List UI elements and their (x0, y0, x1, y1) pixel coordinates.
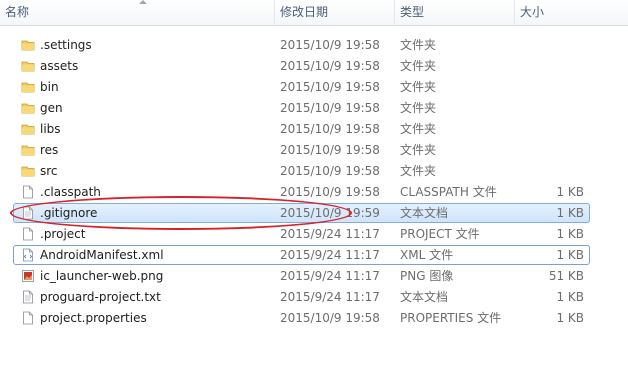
file-name: bin (40, 80, 59, 94)
file-icon (21, 311, 35, 325)
sort-ascending-icon (139, 0, 147, 4)
folder-icon (21, 38, 35, 52)
column-header-modified-label: 修改日期 (280, 5, 329, 19)
file-name: AndroidManifest.xml (40, 248, 164, 262)
file-modified-date: 2015/10/9 19:58 (280, 143, 380, 157)
text-file-icon (21, 290, 35, 304)
file-type: 文件夹 (400, 143, 437, 157)
file-row[interactable]: res 2015/10/9 19:58 文件夹 (13, 140, 590, 160)
file-modified-date: 2015/10/9 19:58 (280, 101, 380, 115)
file-modified-date: 2015/10/9 19:58 (280, 185, 380, 199)
column-header-modified[interactable]: 修改日期 (274, 0, 394, 25)
file-name: ic_launcher-web.png (40, 269, 164, 283)
file-type: 文本文档 (400, 290, 449, 304)
column-header-type-label: 类型 (400, 5, 425, 19)
file-name: project.properties (40, 311, 147, 325)
file-type: PROPERTIES 文件 (400, 311, 502, 325)
file-size: 51 KB (548, 269, 584, 283)
column-header-size-label: 大小 (520, 5, 545, 19)
file-modified-date: 2015/10/9 19:58 (280, 59, 380, 73)
file-row[interactable]: ic_launcher-web.png 2015/9/24 11:17 PNG 图像… (13, 266, 590, 286)
file-row[interactable]: assets 2015/10/9 19:58 文件夹 (13, 56, 590, 76)
column-header-size[interactable]: 大小 (514, 0, 594, 25)
file-icon (21, 227, 35, 241)
file-row[interactable]: proguard-project.txt 2015/9/24 11:17 文本文档 1… (13, 287, 590, 307)
column-header-name-label: 名称 (5, 5, 30, 19)
file-name: .gitignore (40, 206, 98, 220)
file-modified-date: 2015/10/9 19:58 (280, 122, 380, 136)
file-name: src (40, 164, 58, 178)
folder-icon (21, 122, 35, 136)
file-row[interactable]: src 2015/10/9 19:58 文件夹 (13, 161, 590, 181)
file-type: 文件夹 (400, 164, 437, 178)
file-name: res (40, 143, 59, 157)
file-name: gen (40, 101, 63, 115)
file-icon (21, 185, 35, 199)
file-modified-date: 2015/9/24 11:17 (280, 290, 380, 304)
image-file-icon (21, 269, 35, 283)
file-size: 1 KB (556, 227, 584, 241)
file-type: 文件夹 (400, 122, 437, 136)
file-type: XML 文件 (400, 248, 454, 262)
file-name: proguard-project.txt (40, 290, 161, 304)
file-modified-date: 2015/9/24 11:17 (280, 227, 380, 241)
file-row[interactable]: project.properties 2015/10/9 19:58 PROPERT… (13, 308, 590, 328)
file-row[interactable]: libs 2015/10/9 19:58 文件夹 (13, 119, 590, 139)
folder-icon (21, 143, 35, 157)
file-type: 文件夹 (400, 80, 437, 94)
file-type: 文本文档 (400, 206, 449, 220)
file-type: PROJECT 文件 (400, 227, 480, 241)
file-modified-date: 2015/10/9 19:58 (280, 80, 380, 94)
file-size: 1 KB (556, 290, 584, 304)
file-name: .classpath (40, 185, 101, 199)
file-name: .project (40, 227, 86, 241)
file-type: 文件夹 (400, 59, 437, 73)
file-modified-date: 2015/10/9 19:58 (280, 311, 380, 325)
file-row[interactable]: .project 2015/9/24 11:17 PROJECT 文件 1 KB (13, 224, 590, 244)
file-modified-date: 2015/9/24 11:17 (280, 248, 380, 262)
file-row[interactable]: bin 2015/10/9 19:58 文件夹 (13, 77, 590, 97)
column-header-bar: 名称 修改日期 类型 大小 (0, 0, 628, 26)
file-modified-date: 2015/9/24 11:17 (280, 269, 380, 283)
file-type: 文件夹 (400, 101, 437, 115)
file-modified-date: 2015/10/9 19:59 (280, 206, 380, 220)
file-name: assets (40, 59, 79, 73)
file-modified-date: 2015/10/9 19:58 (280, 38, 380, 52)
file-row[interactable]: .classpath 2015/10/9 19:58 CLASSPATH 文件 1 K… (13, 182, 590, 202)
file-row[interactable]: .gitignore 2015/10/9 19:59 文本文档 1 KB (13, 203, 590, 223)
column-header-name[interactable]: 名称 (0, 0, 272, 25)
text-file-icon (21, 206, 35, 220)
folder-icon (21, 80, 35, 94)
file-size: 1 KB (556, 206, 584, 220)
file-size: 1 KB (556, 311, 584, 325)
column-header-type[interactable]: 类型 (394, 0, 514, 25)
file-name: .settings (40, 38, 92, 52)
file-type: CLASSPATH 文件 (400, 185, 497, 199)
folder-icon (21, 101, 35, 115)
file-type: PNG 图像 (400, 269, 454, 283)
file-modified-date: 2015/10/9 19:58 (280, 164, 380, 178)
folder-icon (21, 59, 35, 73)
file-name: libs (40, 122, 61, 136)
file-size: 1 KB (556, 185, 584, 199)
file-size: 1 KB (556, 248, 584, 262)
file-type: 文件夹 (400, 38, 437, 52)
xml-file-icon (21, 248, 35, 262)
file-row[interactable]: AndroidManifest.xml 2015/9/24 11:17 XML 文件… (13, 245, 590, 265)
file-row[interactable]: gen 2015/10/9 19:58 文件夹 (13, 98, 590, 118)
folder-icon (21, 164, 35, 178)
file-row[interactable]: .settings 2015/10/9 19:58 文件夹 (13, 35, 590, 55)
